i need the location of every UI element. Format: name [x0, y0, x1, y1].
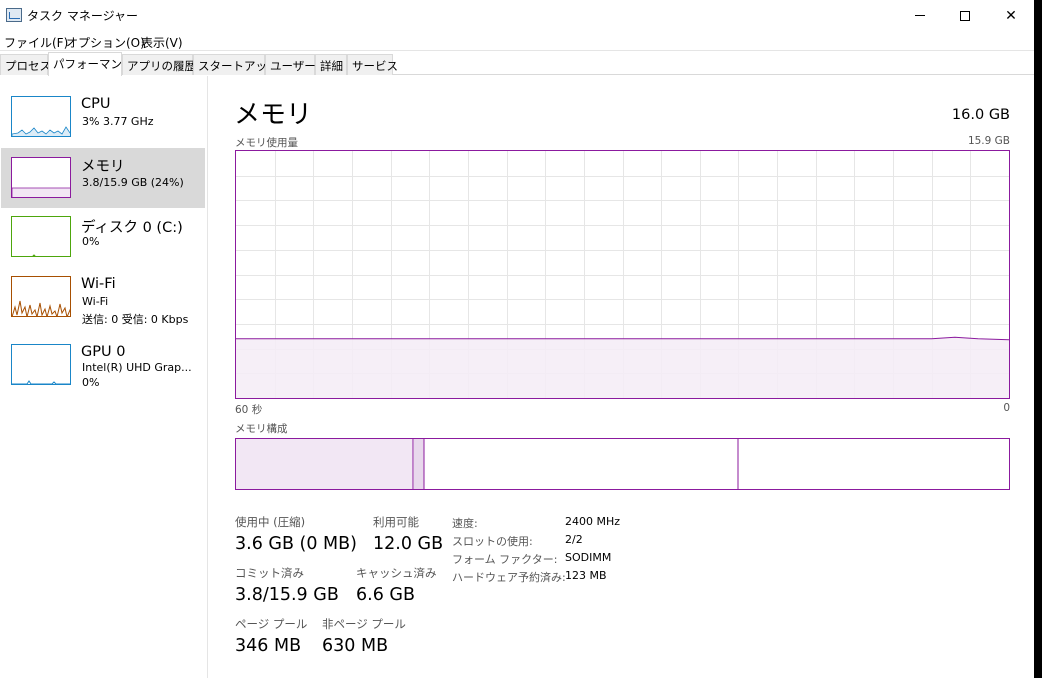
graph-axis-left: 60 秒: [235, 404, 263, 416]
cpu-title: CPU: [81, 96, 111, 112]
composition-label: メモリ構成: [235, 423, 288, 435]
tab-users[interactable]: ユーザー: [265, 54, 316, 75]
maximize-icon: [960, 10, 970, 21]
memory-usage: 3.8/15.9 GB (24%): [82, 176, 184, 189]
paged-pool-value: 346 MB: [235, 636, 302, 656]
cached-value: 6.6 GB: [356, 585, 415, 605]
composition-in-use: [236, 439, 413, 489]
in-use-value: 3.6 GB (0 MB): [235, 534, 357, 554]
sidebar-item-gpu[interactable]: GPU 0 Intel(R) UHD Grap... 0%: [1, 324, 205, 389]
cpu-mini-graph: [11, 96, 71, 137]
disk-title: ディスク 0 (C:): [81, 220, 183, 236]
form-factor-label: フォーム ファクター:: [452, 553, 558, 566]
speed-label: 速度:: [452, 517, 478, 530]
memory-composition-bar: [235, 438, 1010, 490]
sidebar-item-wifi[interactable]: Wi-Fi Wi-Fi 送信: 0 受信: 0 Kbps: [1, 256, 205, 326]
usage-graph-max: 15.9 GB: [967, 135, 1010, 147]
close-button[interactable]: ✕: [988, 0, 1034, 31]
graph-axis-right: 0: [1003, 402, 1010, 414]
paged-pool-label: ページ プール: [235, 617, 308, 631]
menu-options[interactable]: オプション(O): [66, 34, 145, 51]
memory-detail-panel: メモリ 16.0 GB メモリ使用量 15.9 GB 60 秒 0 メモリ構成 …: [234, 76, 1010, 678]
close-icon: ✕: [1005, 7, 1017, 24]
available-label: 利用可能: [373, 515, 419, 529]
tab-details[interactable]: 詳細: [315, 54, 347, 75]
gpu-mini-graph: [11, 344, 71, 385]
menu-bar: ファイル(F) オプション(O) 表示(V): [0, 31, 1034, 51]
wifi-title: Wi-Fi: [81, 276, 116, 292]
in-use-label: 使用中 (圧縮): [235, 515, 306, 529]
tab-bar: プロセス パフォーマンス アプリの履歴 スタートアップ ユーザー 詳細 サービス: [0, 51, 1034, 76]
disk-mini-graph: [11, 216, 71, 257]
speed-value: 2400 MHz: [565, 515, 621, 528]
maximize-button[interactable]: [942, 0, 988, 31]
sidebar-item-disk[interactable]: ディスク 0 (C:) 0%: [1, 196, 205, 257]
memory-usage-graph: [235, 150, 1010, 399]
gpu-title: GPU 0: [81, 344, 126, 360]
tab-startup[interactable]: スタートアップ: [193, 54, 279, 75]
tab-processes[interactable]: プロセス: [0, 54, 51, 75]
gpu-name: Intel(R) UHD Grap...: [82, 361, 192, 374]
wifi-adapter: Wi-Fi: [82, 295, 109, 308]
gpu-usage: 0%: [82, 376, 100, 389]
minimize-button[interactable]: [897, 0, 943, 31]
form-factor-value: SODIMM: [565, 551, 612, 564]
wifi-mini-graph: [11, 276, 71, 317]
performance-view: CPU 3% 3.77 GHz メモリ 3.8/15.9 GB (24%) ディ…: [0, 76, 1034, 678]
hardware-reserved-label: ハードウェア予約済み:: [452, 571, 566, 584]
menu-view[interactable]: 表示(V): [141, 34, 183, 51]
sidebar-item-cpu[interactable]: CPU 3% 3.77 GHz: [1, 76, 205, 137]
memory-total: 16.0 GB: [951, 107, 1010, 123]
memory-mini-graph: [11, 157, 71, 198]
slots-value: 2/2: [565, 533, 583, 546]
cached-label: キャッシュ済み: [356, 566, 437, 580]
cpu-usage: 3% 3.77 GHz: [82, 115, 154, 128]
minimize-icon: [915, 15, 925, 16]
window-edge: [1034, 0, 1042, 678]
memory-usage-area: [236, 337, 1009, 398]
title-bar: タスク マネージャー ✕: [0, 0, 1034, 31]
tab-performance[interactable]: パフォーマンス: [48, 52, 133, 76]
hardware-reserved-value: 123 MB: [565, 569, 607, 582]
slots-label: スロットの使用:: [452, 535, 533, 548]
window-title: タスク マネージャー: [27, 9, 138, 23]
tab-app-history[interactable]: アプリの履歴: [122, 54, 196, 75]
committed-value: 3.8/15.9 GB: [235, 585, 339, 605]
resource-sidebar: CPU 3% 3.77 GHz メモリ 3.8/15.9 GB (24%) ディ…: [0, 76, 208, 678]
task-manager-app-icon: [6, 8, 22, 22]
nonpaged-pool-label: 非ページ プール: [322, 617, 406, 631]
menu-file[interactable]: ファイル(F): [4, 34, 68, 51]
usage-graph-label: メモリ使用量: [235, 137, 298, 149]
tab-services[interactable]: サービス: [347, 54, 398, 75]
committed-label: コミット済み: [235, 566, 304, 580]
nonpaged-pool-value: 630 MB: [322, 636, 389, 656]
composition-modified: [414, 439, 424, 489]
disk-usage: 0%: [82, 235, 100, 248]
page-title: メモリ: [234, 100, 313, 130]
available-value: 12.0 GB: [373, 534, 444, 554]
memory-title: メモリ: [81, 159, 125, 175]
